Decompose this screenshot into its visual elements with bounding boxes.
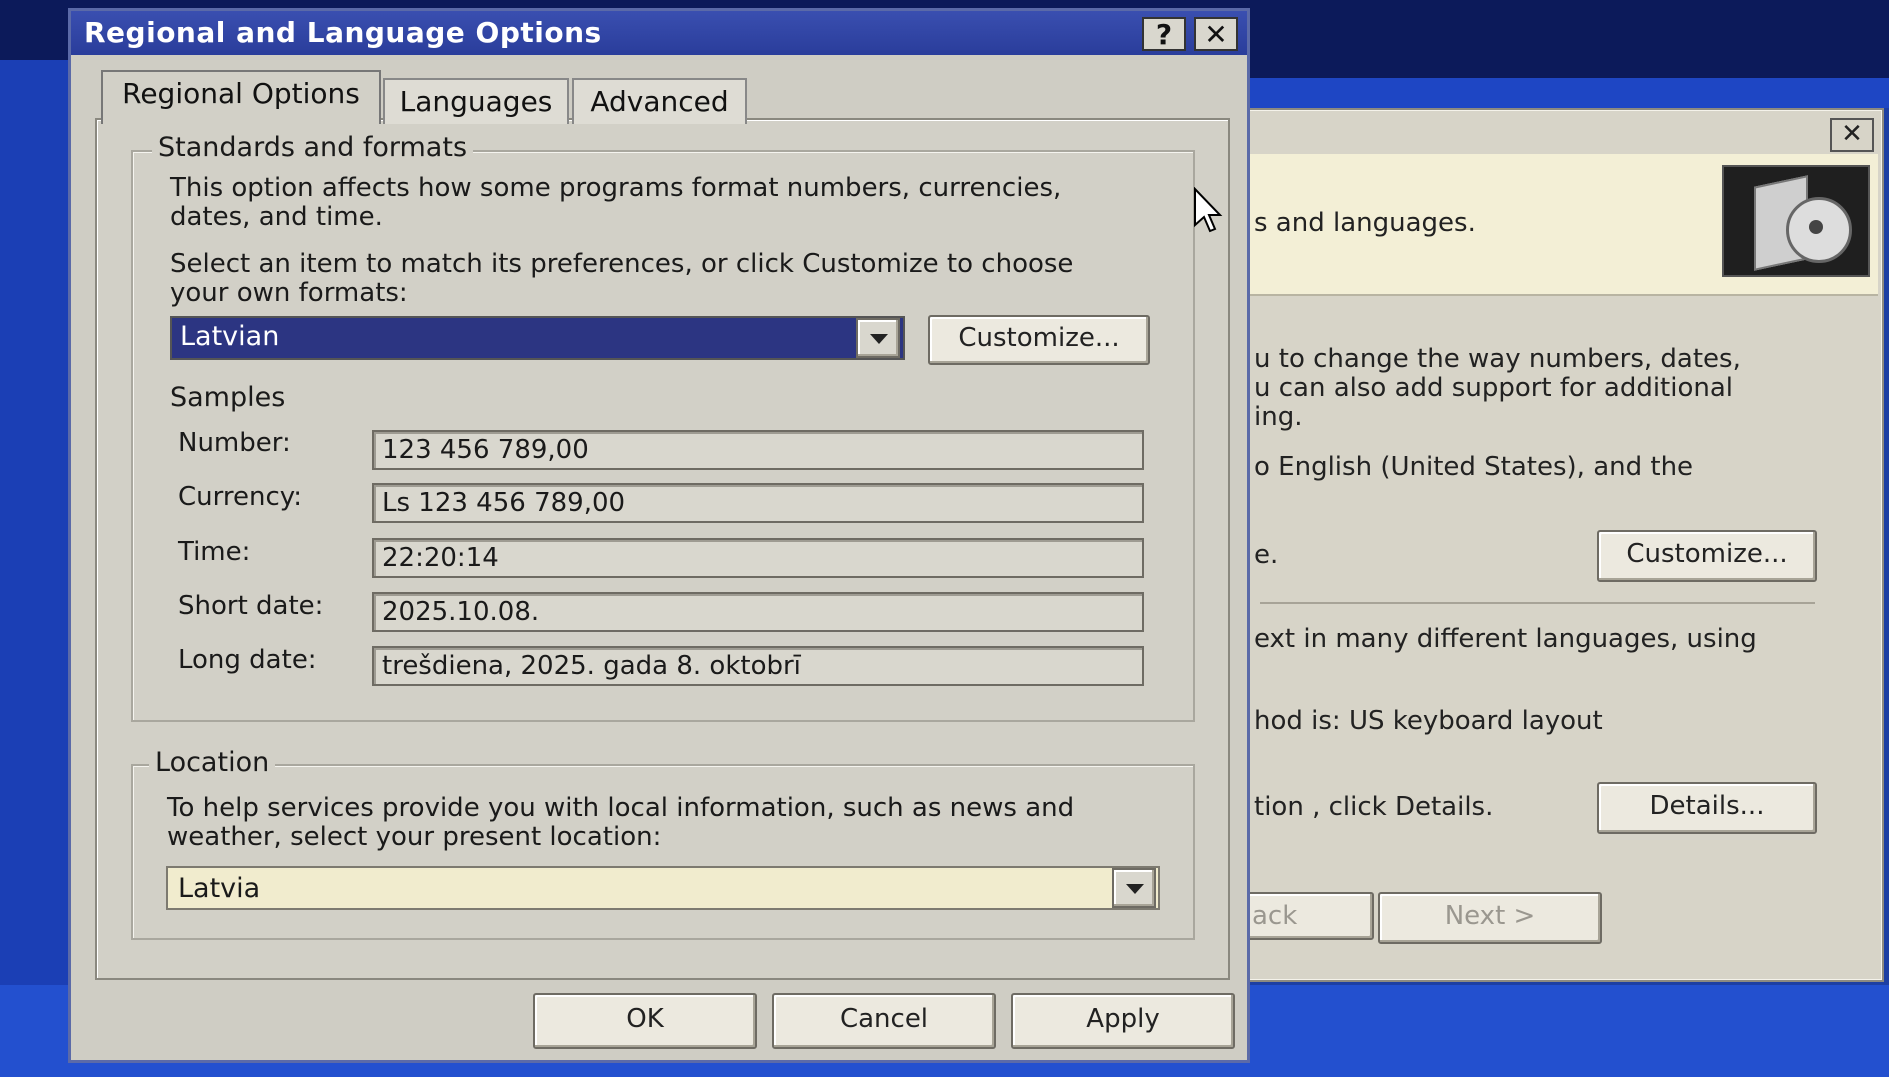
tab-languages[interactable]: Languages	[383, 78, 569, 124]
background-text-line: tion , click Details.	[1254, 792, 1494, 822]
customize-button[interactable]: Customize...	[928, 315, 1150, 365]
dialog-title: Regional and Language Options	[84, 16, 602, 49]
background-separator	[1260, 602, 1815, 604]
format-dropdown-value: Latvian	[180, 321, 280, 352]
background-text-line: hod is: US keyboard layout	[1254, 706, 1603, 736]
location-dropdown[interactable]	[166, 866, 1160, 910]
sample-time-field: 22:20:14	[372, 538, 1144, 578]
tab-advanced[interactable]: Advanced	[572, 78, 747, 124]
sample-label-short-date: Short date:	[178, 591, 324, 621]
location-legend: Location	[149, 747, 276, 778]
background-text-line: ing.	[1254, 402, 1303, 432]
samples-heading: Samples	[170, 382, 286, 413]
desktop-right-band	[1250, 78, 1889, 108]
chevron-down-icon[interactable]	[1112, 868, 1156, 908]
background-text-line: ext in many different languages, using	[1254, 624, 1757, 654]
sample-short-date-field: 2025.10.08.	[372, 592, 1144, 632]
sample-label-number: Number:	[178, 428, 291, 458]
ok-button[interactable]: OK	[533, 993, 757, 1049]
sample-number-field: 123 456 789,00	[372, 430, 1144, 470]
close-button[interactable]: ✕	[1194, 17, 1238, 51]
apply-button[interactable]: Apply	[1011, 993, 1235, 1049]
background-customize-button[interactable]: Customize...	[1597, 530, 1817, 582]
desktop-left-edge	[0, 60, 70, 1010]
background-details-button[interactable]: Details...	[1597, 782, 1817, 834]
mouse-cursor-icon	[1194, 187, 1223, 233]
location-dropdown-value: Latvia	[178, 873, 261, 904]
sample-label-long-date: Long date:	[178, 645, 317, 675]
background-text-line: u to change the way numbers, dates,	[1254, 344, 1741, 374]
standards-select-hint: Select an item to match its preferences,…	[170, 249, 1074, 308]
background-back-button[interactable]: ack	[1244, 892, 1374, 940]
location-group	[131, 764, 1195, 940]
chevron-down-icon[interactable]	[856, 318, 900, 358]
standards-formats-legend: Standards and formats	[152, 132, 474, 163]
background-text-line: u can also add support for additional	[1254, 373, 1734, 403]
background-header-text: s and languages.	[1254, 208, 1476, 238]
standards-description: This option affects how some programs fo…	[170, 173, 1062, 232]
sample-label-currency: Currency:	[178, 482, 303, 512]
background-next-button[interactable]: Next >	[1378, 892, 1602, 944]
tab-regional-options[interactable]: Regional Options	[101, 70, 381, 124]
cancel-button[interactable]: Cancel	[772, 993, 996, 1049]
cd-setup-icon	[1722, 165, 1870, 277]
background-text-line: o English (United States), and the	[1254, 452, 1694, 482]
sample-currency-field: Ls 123 456 789,00	[372, 483, 1144, 523]
help-button[interactable]: ?	[1142, 17, 1186, 51]
background-text-line: e.	[1254, 540, 1279, 570]
sample-label-time: Time:	[178, 537, 251, 567]
location-description: To help services provide you with local …	[167, 793, 1075, 852]
background-close-button[interactable]: ✕	[1830, 118, 1874, 152]
sample-long-date-field: trešdiena, 2025. gada 8. oktobrī	[372, 646, 1144, 686]
format-dropdown[interactable]	[170, 316, 905, 360]
